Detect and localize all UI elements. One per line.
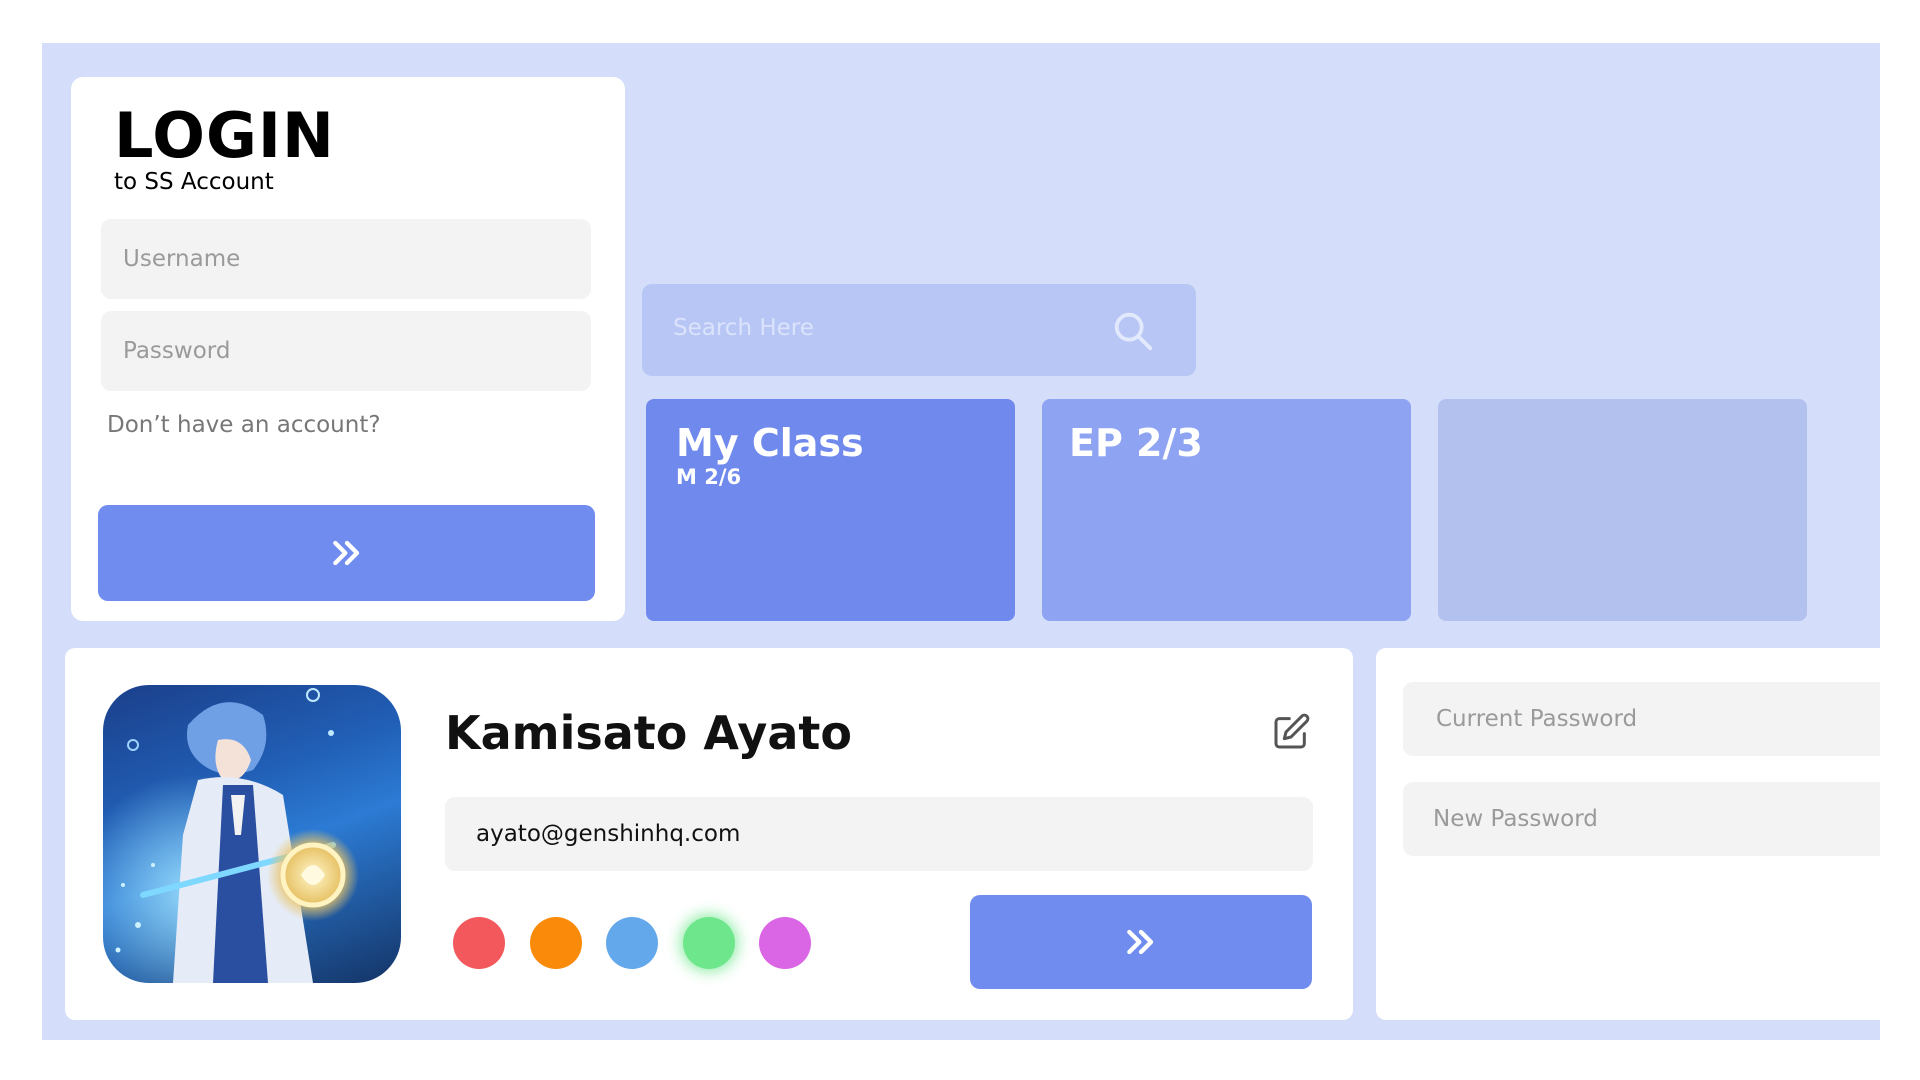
color-swatch-red[interactable]: [453, 917, 505, 969]
login-title: LOGIN: [114, 99, 335, 172]
tile-subtitle: M 2/6: [676, 465, 742, 489]
avatar-illustration: [103, 685, 401, 983]
username-placeholder: Username: [123, 246, 241, 272]
profile-card: Kamisato Ayato ayato@genshinhq.com: [65, 648, 1353, 1020]
edit-icon[interactable]: [1271, 712, 1311, 752]
login-subtitle: to SS Account: [114, 169, 274, 195]
double-chevron-right-icon: [332, 540, 359, 566]
class-tile-my-class[interactable]: My Class M 2/6: [646, 399, 1015, 621]
class-tile-empty[interactable]: [1438, 399, 1807, 621]
color-swatch-blue[interactable]: [606, 917, 658, 969]
search-bar[interactable]: Search Here: [642, 284, 1196, 376]
profile-submit-button[interactable]: [970, 895, 1312, 989]
login-card: LOGIN to SS Account Username Password Do…: [71, 77, 625, 621]
search-placeholder: Search Here: [673, 315, 814, 341]
character-avatar: [103, 685, 401, 983]
tile-title: EP 2/3: [1069, 421, 1203, 465]
double-chevron-right-icon: [1127, 929, 1154, 955]
app-canvas: LOGIN to SS Account Username Password Do…: [42, 43, 1880, 1040]
email-field[interactable]: ayato@genshinhq.com: [445, 797, 1313, 871]
tile-title: My Class: [676, 421, 864, 465]
change-password-card: Current Password New Password: [1376, 648, 1880, 1020]
class-tile-ep[interactable]: EP 2/3: [1042, 399, 1411, 621]
color-swatch-green[interactable]: [683, 917, 735, 969]
profile-name: Kamisato Ayato: [445, 706, 852, 760]
password-placeholder: Password: [123, 338, 231, 364]
new-password-placeholder: New Password: [1433, 806, 1598, 832]
email-value: ayato@genshinhq.com: [476, 821, 741, 847]
password-input[interactable]: Password: [101, 311, 591, 391]
color-swatch-orange[interactable]: [530, 917, 582, 969]
current-password-placeholder: Current Password: [1436, 706, 1638, 732]
search-icon[interactable]: [1110, 308, 1156, 354]
signup-link[interactable]: Don’t have an account?: [107, 412, 381, 438]
current-password-input[interactable]: Current Password: [1403, 682, 1880, 756]
username-input[interactable]: Username: [101, 219, 591, 299]
color-swatch-purple[interactable]: [759, 917, 811, 969]
new-password-input[interactable]: New Password: [1403, 782, 1880, 856]
login-submit-button[interactable]: [98, 505, 595, 601]
